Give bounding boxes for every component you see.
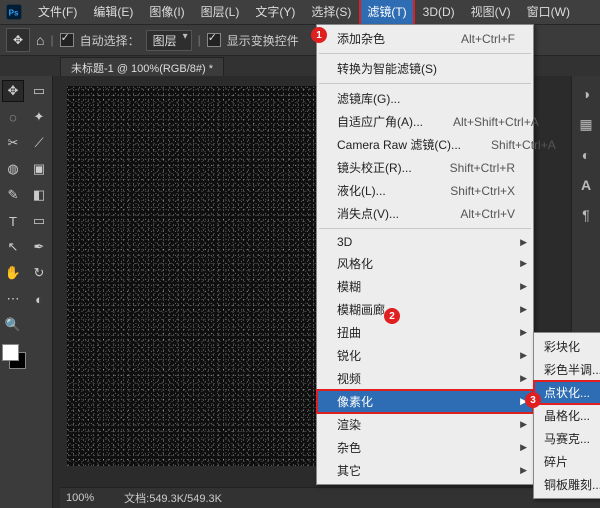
char-panel-icon[interactable]: A: [581, 177, 591, 193]
filter-menu-item[interactable]: 镜头校正(R)...Shift+Ctrl+R: [317, 156, 533, 179]
paragraph-panel-icon[interactable]: ¶: [582, 207, 590, 223]
tool-move[interactable]: ✥: [2, 80, 24, 102]
pixelate-menu-item[interactable]: 点状化...: [534, 381, 600, 404]
filter-menu-item[interactable]: 3D: [317, 232, 533, 252]
filter-menu-item[interactable]: 渲染: [317, 413, 533, 436]
tool-eyedropper[interactable]: ⟋: [28, 132, 50, 154]
tool-wand[interactable]: ✦: [28, 106, 50, 128]
tool-rotate[interactable]: ↻: [28, 262, 50, 284]
adjustments-panel-icon[interactable]: ◐: [582, 147, 590, 163]
pixelate-menu-item[interactable]: 彩块化: [534, 335, 600, 358]
tool-brush[interactable]: ✎: [2, 184, 24, 206]
filter-menu-item[interactable]: 视频: [317, 367, 533, 390]
filter-menu-item[interactable]: 转换为智能滤镜(S): [317, 57, 533, 80]
badge-1: 1: [311, 27, 327, 43]
filter-menu-item[interactable]: 杂色: [317, 436, 533, 459]
tool-zoom[interactable]: 🔍: [2, 314, 24, 336]
doc-info: 文档:549.3K/549.3K: [124, 490, 222, 506]
tool-clone[interactable]: ▣: [28, 158, 50, 180]
document-tab[interactable]: 未标题-1 @ 100%(RGB/8#) *: [60, 57, 224, 78]
badge-3: 3: [525, 392, 541, 408]
filter-menu-item[interactable]: 风格化: [317, 252, 533, 275]
tools-column-b: ▭ ✦ ⟋ ▣ ◧ ▭ ✒ ↻ ◐: [26, 76, 52, 508]
menu-type[interactable]: 文字(Y): [247, 0, 303, 24]
move-tool-icon[interactable]: ✥: [6, 28, 30, 52]
filter-menu-item[interactable]: 锐化: [317, 344, 533, 367]
filter-menu-item[interactable]: Camera Raw 滤镜(C)...Shift+Ctrl+A: [317, 133, 533, 156]
menu-layer[interactable]: 图层(L): [193, 0, 248, 24]
tool-healing[interactable]: ◍: [2, 158, 24, 180]
auto-select-target-select[interactable]: 图层: [146, 30, 192, 51]
filter-menu-item[interactable]: 滤镜库(G)...: [317, 87, 533, 110]
pixelate-menu-item[interactable]: 彩色半调...: [534, 358, 600, 381]
badge-2: 2: [384, 308, 400, 324]
pixelate-menu-item[interactable]: 晶格化...: [534, 404, 600, 427]
tool-text[interactable]: T: [2, 210, 24, 232]
filter-menu-item[interactable]: 消失点(V)...Alt+Ctrl+V: [317, 202, 533, 225]
swatches-panel-icon[interactable]: ▦: [579, 116, 592, 133]
tool-marquee[interactable]: ▭: [28, 80, 50, 102]
tool-lasso[interactable]: ◌: [2, 106, 24, 128]
filter-menu-item[interactable]: 自适应广角(A)...Alt+Shift+Ctrl+A: [317, 110, 533, 133]
tool-shape[interactable]: ▭: [28, 210, 50, 232]
filter-menu-item[interactable]: 扭曲: [317, 321, 533, 344]
svg-text:Ps: Ps: [9, 8, 19, 17]
pixelate-menu-item[interactable]: 铜板雕刻...: [534, 473, 600, 496]
pixelate-submenu: 彩块化彩色半调...点状化...晶格化...马赛克...碎片铜板雕刻...: [533, 332, 600, 499]
status-bar: 100% 文档:549.3K/549.3K: [60, 487, 600, 508]
menu-view[interactable]: 视图(V): [463, 0, 519, 24]
filter-menu-item[interactable]: 液化(L)...Shift+Ctrl+X: [317, 179, 533, 202]
tools-column-a: ✥ ◌ ✂ ◍ ✎ T ↖ ✋ ⋯ 🔍: [0, 76, 26, 508]
menu-window[interactable]: 窗口(W): [519, 0, 578, 24]
tool-pen[interactable]: ✒: [28, 236, 50, 258]
tool-crop[interactable]: ✂: [2, 132, 24, 154]
tool-eraser[interactable]: ◧: [28, 184, 50, 206]
color-panel-icon[interactable]: ◑: [582, 86, 590, 102]
menu-3d[interactable]: 3D(D): [415, 0, 463, 24]
pixelate-menu-item[interactable]: 碎片: [534, 450, 600, 473]
pixelate-menu-item[interactable]: 马赛克...: [534, 427, 600, 450]
menu-file[interactable]: 文件(F): [30, 0, 85, 24]
filter-menu-item[interactable]: 模糊: [317, 275, 533, 298]
zoom-level[interactable]: 100%: [66, 492, 94, 504]
app-logo: Ps: [4, 4, 24, 20]
filter-menu-item[interactable]: 添加杂色Alt+Ctrl+F: [317, 27, 533, 50]
filter-menu-item[interactable]: 像素化: [317, 390, 533, 413]
menu-edit[interactable]: 编辑(E): [85, 0, 141, 24]
tool-misc[interactable]: ◐: [28, 288, 50, 310]
menu-select[interactable]: 选择(S): [303, 0, 359, 24]
show-transform-label: 显示变换控件: [227, 32, 299, 49]
filter-menu-dropdown: 添加杂色Alt+Ctrl+F 转换为智能滤镜(S) 滤镜库(G)...自适应广角(A…: [316, 24, 534, 485]
color-swatch[interactable]: [2, 344, 24, 366]
menu-bar: Ps 文件(F) 编辑(E) 图像(I) 图层(L) 文字(Y) 选择(S) 滤…: [0, 0, 600, 24]
tool-hand[interactable]: ✋: [2, 262, 24, 284]
filter-menu-item[interactable]: 其它: [317, 459, 533, 482]
tool-path[interactable]: ↖: [2, 236, 24, 258]
filter-menu-item[interactable]: 模糊画廊: [317, 298, 533, 321]
menu-filter[interactable]: 滤镜(T): [359, 0, 414, 26]
show-transform-checkbox[interactable]: [207, 33, 221, 47]
auto-select-checkbox[interactable]: [60, 33, 74, 47]
menu-image[interactable]: 图像(I): [141, 0, 192, 24]
home-icon[interactable]: ⌂: [36, 32, 44, 48]
tool-dots[interactable]: ⋯: [2, 288, 24, 310]
auto-select-label: 自动选择：: [80, 32, 140, 49]
